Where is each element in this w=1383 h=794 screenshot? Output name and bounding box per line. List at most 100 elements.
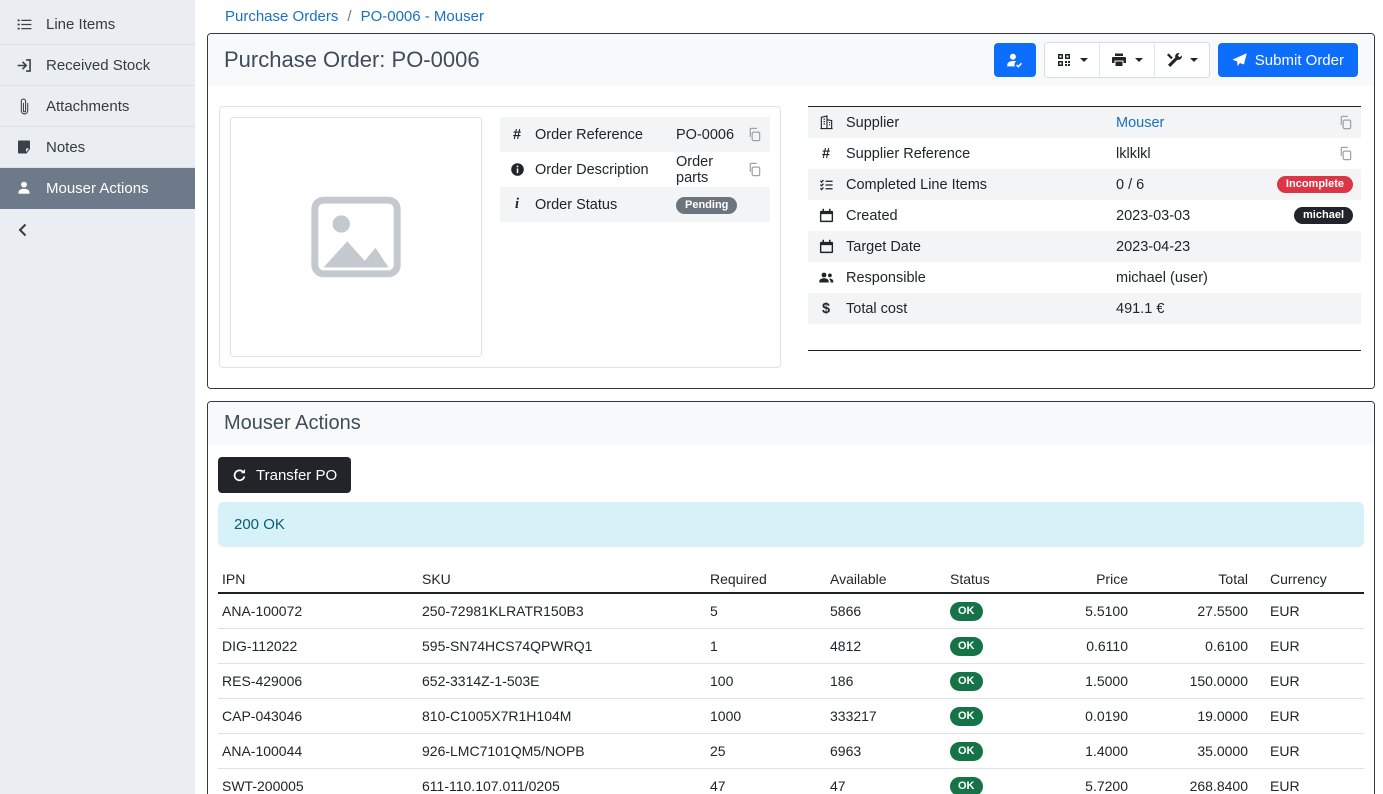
sidebar-item-line-items[interactable]: Line Items [0, 4, 195, 45]
cell-available: 186 [826, 664, 946, 699]
chevron-down-icon [1135, 58, 1143, 62]
cell-price: 1.5000 [1044, 664, 1132, 699]
tools-icon [1166, 52, 1182, 68]
info-row-responsible: Responsible michael (user) [808, 262, 1361, 293]
cell-sku: 250-72981KLRATR150B3 [418, 593, 706, 629]
user-permissions-button[interactable] [994, 43, 1036, 77]
list-icon [15, 16, 33, 33]
info-label: Responsible [846, 270, 1106, 286]
image-placeholder-icon [304, 185, 408, 289]
cell-currency: EUR [1252, 664, 1364, 699]
sidebar-item-mouser-actions[interactable]: Mouser Actions [0, 168, 195, 209]
info-row-created: Created 2023-03-03 michael [808, 200, 1361, 231]
cell-ipn: ANA-100072 [218, 593, 418, 629]
user-check-icon [1006, 52, 1023, 69]
info-value: 2023-04-23 [1116, 239, 1353, 255]
col-header-sku: SKU [418, 566, 706, 593]
cell-required: 1000 [706, 699, 826, 734]
header-actions: Submit Order [994, 42, 1358, 78]
incomplete-badge: Incomplete [1277, 176, 1353, 193]
copy-icon[interactable] [747, 162, 762, 177]
ok-badge: OK [950, 707, 983, 726]
col-header-total: Total [1132, 566, 1252, 593]
detail-value: PO-0006 [676, 127, 738, 143]
col-header-currency: Currency [1252, 566, 1364, 593]
purchase-order-header: Purchase Order: PO-0006 [208, 34, 1374, 86]
table-row: SWT-200005 611-110.107.011/0205 47 47 OK… [218, 769, 1364, 794]
copy-icon[interactable] [747, 127, 762, 142]
copy-icon[interactable] [1338, 146, 1353, 161]
users-icon [816, 270, 836, 286]
info-value: 2023-03-03 [1116, 208, 1284, 224]
cell-price: 5.7200 [1044, 769, 1132, 794]
main-content: Purchase Orders / PO-0006 - Mouser Purch… [195, 0, 1383, 794]
info-table-spacer [808, 324, 1361, 350]
order-thumbnail[interactable] [230, 117, 482, 357]
sidebar-item-label: Mouser Actions [46, 180, 149, 197]
copy-icon[interactable] [1338, 115, 1353, 130]
ok-badge: OK [950, 742, 983, 761]
transfer-po-button[interactable]: Transfer PO [218, 457, 351, 493]
info-value: 491.1 € [1116, 301, 1353, 317]
cell-ipn: DIG-112022 [218, 629, 418, 664]
table-row: ANA-100044 926-LMC7101QM5/NOPB 25 6963 O… [218, 734, 1364, 769]
cell-total: 19.0000 [1132, 699, 1252, 734]
status-badge-pending: Pending [676, 197, 737, 214]
info-label: Supplier [846, 115, 1106, 131]
cell-sku: 611-110.107.011/0205 [418, 769, 706, 794]
sidebar-item-attachments[interactable]: Attachments [0, 86, 195, 127]
status-alert: 200 OK [218, 502, 1364, 547]
user-badge: michael [1294, 207, 1353, 224]
order-details-table: # Order Reference PO-0006 Order Descri [500, 117, 770, 222]
cell-ipn: RES-429006 [218, 664, 418, 699]
cell-currency: EUR [1252, 629, 1364, 664]
col-header-required: Required [706, 566, 826, 593]
sidebar-item-notes[interactable]: Notes [0, 127, 195, 168]
hash-icon: # [508, 127, 526, 143]
cell-status: OK [946, 593, 1044, 629]
table-row: ANA-100072 250-72981KLRATR150B3 5 5866 O… [218, 593, 1364, 629]
print-menu-button[interactable] [1100, 43, 1155, 77]
col-header-ipn: IPN [218, 566, 418, 593]
sidebar-item-label: Notes [46, 139, 85, 156]
detail-value: Pending [676, 196, 762, 214]
ok-badge: OK [950, 602, 983, 621]
line-items-table: IPN SKU Required Available Status Price … [218, 566, 1364, 794]
chevron-left-icon [15, 222, 31, 238]
table-row: DIG-112022 595-SN74HCS74QPWRQ1 1 4812 OK… [218, 629, 1364, 664]
sign-in-icon [15, 57, 33, 74]
purchase-order-details: # Order Reference PO-0006 Order Descri [208, 86, 1374, 388]
ok-badge: OK [950, 672, 983, 691]
cell-available: 333217 [826, 699, 946, 734]
sidebar-item-received-stock[interactable]: Received Stock [0, 45, 195, 86]
cell-total: 27.5500 [1132, 593, 1252, 629]
info-row-supplier: Supplier Mouser [808, 107, 1361, 138]
supplier-link[interactable]: Mouser [1116, 115, 1164, 131]
detail-value: Order parts [676, 154, 738, 186]
purchase-order-panel: Purchase Order: PO-0006 [207, 33, 1375, 389]
info-label: Total cost [846, 301, 1106, 317]
order-actions-menu-button[interactable] [1155, 43, 1209, 77]
list-check-icon [816, 177, 836, 192]
breadcrumb-separator: / [347, 8, 351, 25]
breadcrumb-link-purchase-orders[interactable]: Purchase Orders [225, 8, 338, 25]
ok-badge: OK [950, 637, 983, 656]
submit-order-button[interactable]: Submit Order [1218, 43, 1358, 77]
cell-total: 150.0000 [1132, 664, 1252, 699]
breadcrumb-link-current-order[interactable]: PO-0006 - Mouser [361, 8, 484, 25]
cell-sku: 595-SN74HCS74QPWRQ1 [418, 629, 706, 664]
sidebar-collapse-button[interactable] [0, 209, 195, 250]
cell-price: 0.6110 [1044, 629, 1132, 664]
info-icon: i [508, 196, 526, 213]
info-label: Created [846, 208, 1106, 224]
cell-currency: EUR [1252, 734, 1364, 769]
table-row: RES-429006 652-3314Z-1-503E 100 186 OK 1… [218, 664, 1364, 699]
cell-sku: 810-C1005X7R1H104M [418, 699, 706, 734]
detail-label: Order Reference [535, 127, 667, 143]
barcode-menu-button[interactable] [1045, 43, 1100, 77]
cell-currency: EUR [1252, 769, 1364, 794]
info-label: Completed Line Items [846, 177, 1106, 193]
sidebar-item-label: Attachments [46, 98, 129, 115]
note-icon [15, 139, 33, 155]
dollar-icon: $ [816, 301, 836, 317]
